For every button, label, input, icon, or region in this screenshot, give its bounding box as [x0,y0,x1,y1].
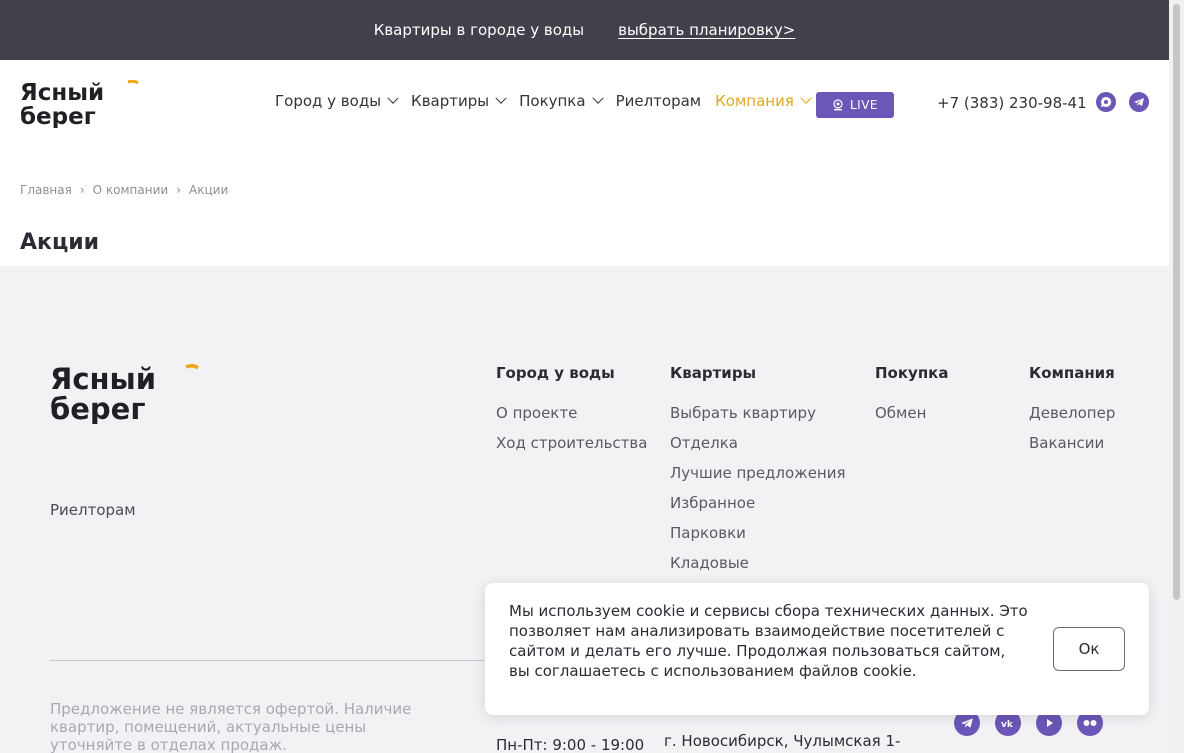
breadcrumb-home[interactable]: Главная [20,183,72,197]
nav-realtors-label: Риелторам [615,92,702,110]
footer-divider [50,660,510,661]
scrollbar-thumb[interactable] [1173,4,1180,600]
footer-column-apartments: Квартиры Выбрать квартиру Отделка Лучшие… [670,364,846,584]
live-button[interactable]: LIVE [816,92,894,118]
nav-city-label: Город у воды [275,92,382,110]
chevron-down-icon [800,92,812,104]
nav-city[interactable]: Город у воды [275,92,399,110]
footer-link[interactable]: Лучшие предложения [670,464,846,482]
chevron-down-icon [387,92,399,104]
svg-text:vk: vk [1001,720,1014,729]
cookie-banner: Мы используем cookie и сервисы сбора тех… [485,583,1149,715]
footer-column-title: Квартиры [670,364,757,382]
footer-column-title: Покупка [875,364,949,382]
nav-company[interactable]: Компания [715,92,812,110]
footer-link[interactable]: Парковки [670,524,846,542]
nav-purchase[interactable]: Покупка [519,92,604,110]
working-hours: Пн-Пт: 9:00 - 19:00 [496,736,645,753]
cookie-text: Мы используем cookie и сервисы сбора тех… [509,602,1028,680]
footer-link[interactable]: Кладовые [670,554,846,572]
nav-purchase-label: Покупка [519,92,586,110]
cookie-ok-button[interactable]: Ок [1053,627,1125,671]
phone-number[interactable]: +7 (383) 230-98-41 [937,94,1087,112]
whatsapp-icon[interactable] [1096,92,1116,112]
promo-bar: Квартиры в городе у воды выбрать планиро… [0,0,1169,60]
breadcrumb-current: Акции [189,183,229,197]
footer-link[interactable]: Вакансии [1029,434,1115,452]
telegram-icon[interactable] [1129,92,1149,112]
footer-link[interactable]: Избранное [670,494,846,512]
svg-text:Ясный: Ясный [20,80,104,106]
page-title: Акции [20,230,100,255]
site-logo[interactable]: Ясный берег [20,80,142,128]
svg-text:берег: берег [50,392,146,424]
chevron-right-icon: › [79,183,85,197]
footer-column-purchase: Покупка Обмен [875,364,948,434]
footer-link[interactable]: Отделка [670,434,846,452]
footer-link[interactable]: Выбрать квартиру [670,404,846,422]
chevron-right-icon: › [176,183,182,197]
svg-text:берег: берег [20,104,96,128]
scrollbar[interactable] [1169,0,1184,753]
chevron-down-icon [495,92,507,104]
promo-text: Квартиры в городе у воды [373,21,585,39]
webcam-icon [833,99,843,111]
site-header: Ясный берег Город у воды Квартиры Покупк… [0,60,1169,146]
nav-realtors[interactable]: Риелторам [616,92,702,110]
live-label: LIVE [849,98,878,112]
nav-apartments-label: Квартиры [411,92,490,110]
chevron-down-icon [591,92,604,104]
footer-column-title: Компания [1029,364,1115,382]
footer-column-title: Город у воды [496,364,615,382]
footer-column-company: Компания Девелопер Вакансии [1029,364,1115,464]
footer-column-city: Город у воды О проекте Ход строительства [496,364,647,464]
nav-company-label: Компания [715,92,794,110]
office-address: г. Новосибирск, Чулымская 1-я, ... [664,732,901,753]
breadcrumb-about[interactable]: О компании [93,183,169,197]
main-nav: Город у воды Квартиры Покупка Риелторам … [275,92,812,110]
footer-link[interactable]: Девелопер [1029,404,1115,422]
footer-link[interactable]: Обмен [875,404,948,422]
breadcrumb: Главная › О компании › Акции [20,183,228,197]
footer-link[interactable]: Ход строительства [496,434,647,452]
nav-apartments[interactable]: Квартиры [411,92,507,110]
footer-logo[interactable]: Ясный берег [50,362,204,428]
choose-layout-link[interactable]: выбрать планировку> [618,21,795,39]
footer-disclaimer: Предложение не является офертой. Наличие… [50,700,412,753]
footer-link[interactable]: О проекте [496,404,647,422]
footer-realtors-link[interactable]: Риелторам [50,501,136,519]
